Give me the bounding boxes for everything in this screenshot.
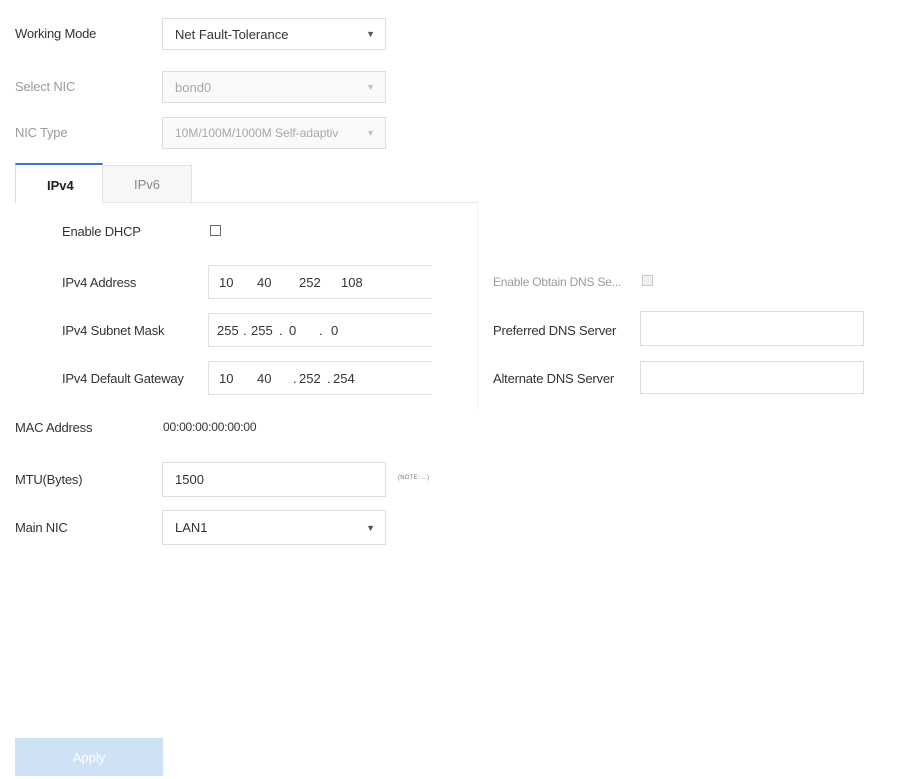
nic-type-select: 10M/100M/1000M Self-adaptiv ▼ xyxy=(162,117,386,149)
ip-dot: . xyxy=(279,323,283,338)
ip-dot: . xyxy=(293,371,297,386)
preferred-dns-input[interactable] xyxy=(640,311,864,346)
ip-octet: 10 xyxy=(219,275,234,290)
enable-dhcp-label: Enable DHCP xyxy=(62,224,141,239)
ipv4-subnet-mask-label: IPv4 Subnet Mask xyxy=(62,323,165,338)
working-mode-value: Net Fault-Tolerance xyxy=(175,26,289,42)
ip-octet: 0 xyxy=(289,323,297,338)
mtu-value: 1500 xyxy=(175,472,204,487)
main-nic-value: LAN1 xyxy=(175,520,208,535)
mac-address-label: MAC Address xyxy=(15,420,93,435)
select-nic-label: Select NIC xyxy=(15,79,76,94)
tab-panel-border xyxy=(477,202,478,410)
ip-octet: 40 xyxy=(257,275,272,290)
tab-ipv6-label: IPv6 xyxy=(134,177,161,192)
main-nic-select[interactable]: LAN1 ▼ xyxy=(162,510,386,545)
chevron-down-icon: ▼ xyxy=(366,522,375,533)
tab-ipv4-label: IPv4 xyxy=(47,178,74,193)
enable-obtain-dns-checkbox xyxy=(642,275,653,286)
chevron-down-icon: ▼ xyxy=(366,29,375,39)
mtu-label: MTU(Bytes) xyxy=(15,472,83,487)
ip-octet: 255 xyxy=(251,323,273,338)
nic-type-value: 10M/100M/1000M Self-adaptiv xyxy=(175,126,339,140)
ip-dot: . xyxy=(243,323,247,338)
select-nic-value: bond0 xyxy=(175,79,212,95)
alternate-dns-label: Alternate DNS Server xyxy=(493,371,614,386)
ip-octet: 252 xyxy=(299,371,321,386)
ipv4-subnet-mask-input[interactable]: 255 . 255 . 0 . 0 xyxy=(208,313,432,347)
ip-octet: 108 xyxy=(341,275,363,290)
nic-type-label: NIC Type xyxy=(15,125,68,140)
ipv4-default-gateway-label: IPv4 Default Gateway xyxy=(62,371,184,386)
apply-button[interactable]: Apply xyxy=(15,738,163,776)
tab-ipv4[interactable]: IPv4 xyxy=(15,163,103,203)
ip-octet: 40 xyxy=(257,371,272,386)
ipv4-address-input[interactable]: 10 40 252 108 xyxy=(208,265,432,299)
tab-panel-divider xyxy=(102,202,478,203)
ipv4-default-gateway-input[interactable]: 10 40 . 252 . 254 xyxy=(208,361,432,395)
ip-octet: 252 xyxy=(299,275,321,290)
chevron-down-icon: ▼ xyxy=(366,82,375,92)
ip-octet: 255 xyxy=(217,323,239,338)
ip-dot: . xyxy=(319,323,323,338)
enable-dhcp-checkbox[interactable] xyxy=(210,225,221,236)
alternate-dns-input[interactable] xyxy=(640,361,864,394)
mac-address-value: 00:00:00:00:00:00 xyxy=(163,420,257,434)
ip-octet: 254 xyxy=(333,371,355,386)
select-nic-select: bond0 ▼ xyxy=(162,71,386,103)
ip-octet: 0 xyxy=(331,323,339,338)
working-mode-label: Working Mode xyxy=(15,26,97,41)
mtu-input[interactable]: 1500 xyxy=(162,462,386,497)
ip-dot: . xyxy=(327,371,331,386)
mtu-note: (NOTE: ...) xyxy=(398,475,430,481)
ip-octet: 10 xyxy=(219,371,234,386)
apply-button-label: Apply xyxy=(72,749,106,765)
preferred-dns-label: Preferred DNS Server xyxy=(493,323,617,338)
ipv4-address-label: IPv4 Address xyxy=(62,275,137,290)
enable-obtain-dns-label: Enable Obtain DNS Se... xyxy=(493,275,622,289)
tab-ipv6[interactable]: IPv6 xyxy=(102,165,192,202)
main-nic-label: Main NIC xyxy=(15,520,68,535)
working-mode-select[interactable]: Net Fault-Tolerance ▼ xyxy=(162,18,386,50)
chevron-down-icon: ▼ xyxy=(366,128,375,138)
